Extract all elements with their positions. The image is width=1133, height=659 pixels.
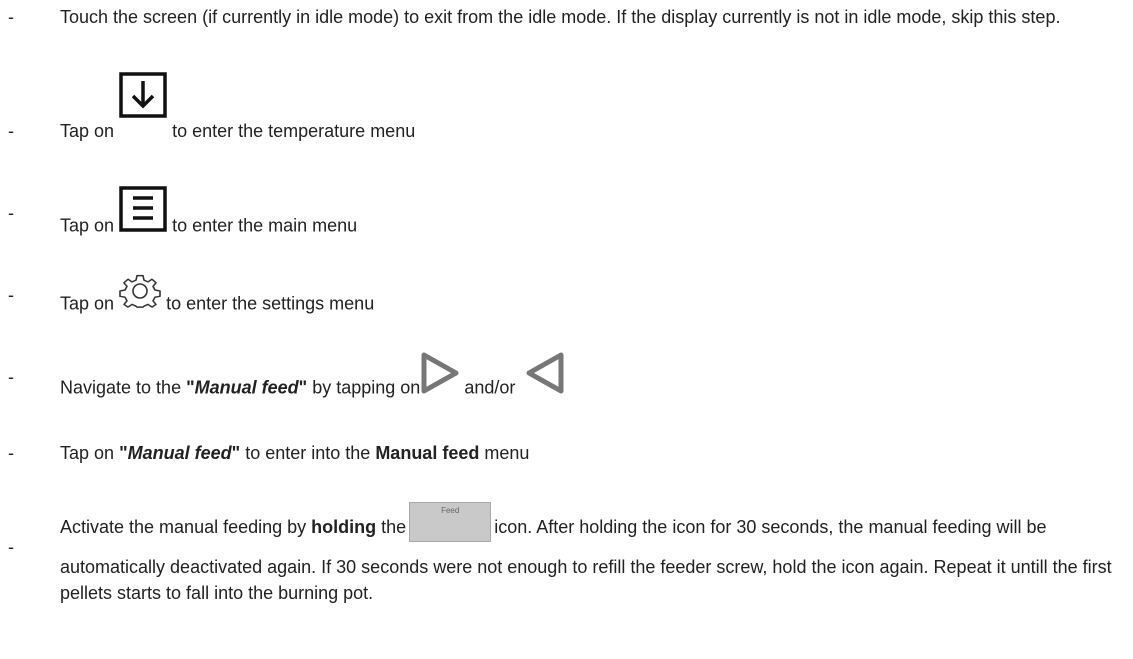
quote-close: " — [231, 443, 241, 463]
step-suffix: to enter the settings menu — [166, 293, 375, 314]
step-prefix: Tap on — [60, 121, 115, 141]
quote-open: " — [186, 377, 195, 398]
left-triangle-icon[interactable] — [526, 352, 564, 401]
and-or-text: and/or — [464, 377, 516, 398]
right-triangle-icon[interactable] — [421, 352, 459, 401]
step-temperature-menu: - Tap on to enter the temperature menu — [0, 72, 1133, 146]
down-arrow-box-icon[interactable] — [119, 72, 167, 125]
feed-button-icon[interactable]: Feed — [409, 502, 492, 542]
step-suffix: menu — [484, 443, 530, 463]
step-text: Touch the screen (if currently in idle m… — [60, 7, 1061, 27]
manual-feed-term: Manual feed — [194, 377, 299, 398]
list-dash: - — [8, 285, 14, 305]
quote-close: " — [298, 377, 308, 398]
menu-name: Manual feed — [375, 443, 480, 463]
list-dash: - — [8, 203, 14, 223]
step-prefix: Navigate to the — [60, 377, 182, 398]
list-dash: - — [8, 537, 14, 557]
step-mid: by tapping on — [312, 377, 421, 398]
step-suffix: to enter the main menu — [172, 215, 358, 236]
the-word: the — [381, 516, 407, 537]
step-navigate-manual-feed: - Navigate to the "Manual feed" by tappi… — [0, 336, 1133, 398]
step-prefix: Tap on — [60, 293, 115, 314]
step-main-menu: - Tap on to enter the main menu — [0, 168, 1133, 235]
step-suffix: to enter the temperature menu — [172, 121, 416, 141]
quote-open: " — [119, 443, 128, 463]
step-prefix: Tap on — [60, 215, 115, 236]
list-dash: - — [8, 7, 14, 27]
menu-lines-box-icon[interactable] — [119, 186, 167, 239]
step-mid: to enter into the — [245, 443, 371, 463]
gear-icon[interactable] — [119, 272, 161, 317]
step-prefix: Activate the manual feeding by — [60, 516, 307, 537]
step-prefix: Tap on — [60, 443, 115, 463]
list-dash: - — [8, 443, 14, 463]
list-dash: - — [8, 121, 14, 141]
manual-feed-term: Manual feed — [127, 443, 232, 463]
list-dash: - — [8, 367, 14, 387]
holding-word: holding — [311, 516, 377, 537]
step-settings-menu: - Tap on to enter the settings menu — [0, 250, 1133, 314]
